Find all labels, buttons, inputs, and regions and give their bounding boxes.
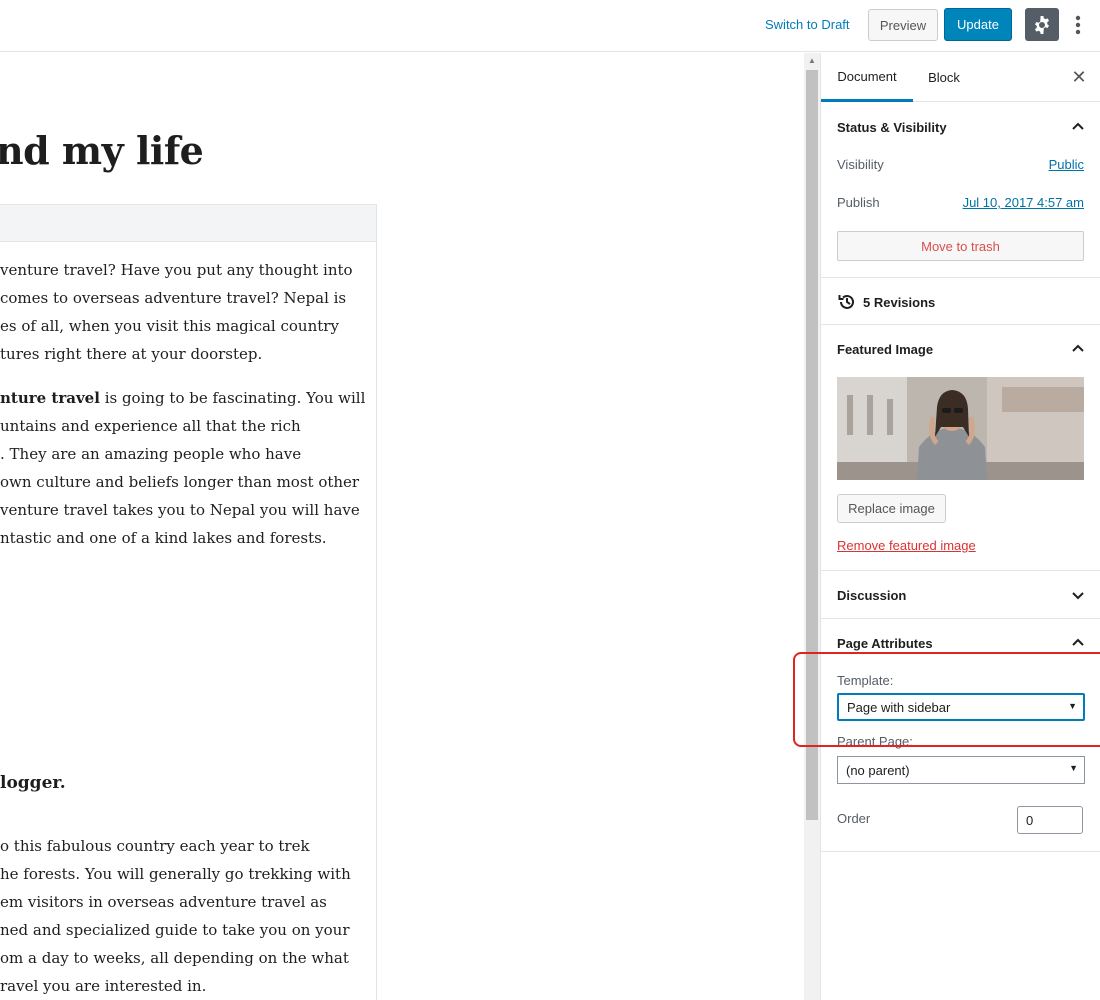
replace-image-button[interactable]: Replace image: [837, 494, 946, 523]
dropdown-caret-icon: ▼: [1068, 701, 1077, 711]
parent-page-label: Parent Page:: [837, 734, 913, 749]
preview-button[interactable]: Preview: [868, 9, 938, 41]
heading-block[interactable]: logger.: [0, 773, 66, 793]
scroll-up-arrow[interactable]: ▲: [806, 56, 818, 66]
dropdown-caret-icon: ▼: [1069, 763, 1078, 773]
featured-image-photo: [837, 377, 1084, 480]
editor-header: Switch to Draft Preview Update: [0, 0, 1100, 52]
revisions-link[interactable]: 5 Revisions: [837, 292, 935, 312]
divider: [821, 324, 1100, 325]
status-visibility-title[interactable]: Status & Visibility: [837, 120, 947, 135]
parent-page-selected-value: (no parent): [846, 762, 910, 778]
divider: [821, 570, 1100, 571]
paragraph-block[interactable]: untains and experience all that the rich…: [0, 412, 370, 552]
template-selected-value: Page with sidebar: [847, 699, 951, 715]
chevron-up-icon[interactable]: [1069, 340, 1087, 358]
paragraph-text: is going to be fascinating. You will: [99, 389, 366, 407]
gear-icon: [1035, 15, 1049, 34]
discussion-title[interactable]: Discussion: [837, 588, 906, 603]
parent-page-select[interactable]: (no parent) ▼: [837, 756, 1085, 784]
remove-featured-image-link[interactable]: Remove featured image: [837, 538, 976, 553]
settings-button[interactable]: [1025, 8, 1059, 41]
bold-text: nture travel: [0, 389, 100, 407]
move-to-trash-button[interactable]: Move to trash: [837, 231, 1084, 261]
publish-date-link[interactable]: Jul 10, 2017 4:57 am: [963, 195, 1084, 210]
divider: [821, 277, 1100, 278]
divider: [821, 851, 1100, 852]
sidebar-tabs: Document Block ✕: [821, 53, 1100, 102]
tab-document[interactable]: Document: [821, 53, 913, 102]
order-label: Order: [837, 811, 871, 826]
revisions-label: 5 Revisions: [863, 294, 936, 310]
more-vertical-icon: [1075, 15, 1081, 35]
paragraph-block[interactable]: venture travel? Have you put any thought…: [0, 256, 370, 368]
page-attributes-title[interactable]: Page Attributes: [837, 636, 933, 651]
history-icon: [838, 294, 854, 309]
block-toolbar[interactable]: [0, 204, 377, 242]
more-options-button[interactable]: [1066, 10, 1090, 40]
switch-to-draft-link[interactable]: Switch to Draft: [765, 17, 850, 32]
chevron-down-icon[interactable]: [1069, 586, 1087, 604]
publish-label: Publish: [837, 195, 880, 210]
template-select[interactable]: Page with sidebar ▼: [837, 693, 1085, 721]
paragraph-block[interactable]: nture travel is going to be fascinating.…: [0, 384, 370, 412]
chevron-up-icon[interactable]: [1069, 118, 1087, 136]
template-label: Template:: [837, 673, 894, 688]
scrollbar-thumb[interactable]: [806, 70, 818, 820]
divider: [821, 618, 1100, 619]
featured-image-title[interactable]: Featured Image: [837, 342, 933, 357]
settings-sidebar: Document Block ✕ Status & Visibility Vis…: [820, 53, 1100, 1000]
paragraph-block[interactable]: o this fabulous country each year to tre…: [0, 832, 370, 1000]
close-icon[interactable]: ✕: [1069, 67, 1089, 87]
order-input[interactable]: 0: [1017, 806, 1083, 834]
post-title[interactable]: nd my life: [0, 128, 204, 173]
update-button[interactable]: Update: [944, 8, 1012, 41]
chevron-up-icon[interactable]: [1069, 634, 1087, 652]
visibility-label: Visibility: [837, 157, 884, 172]
featured-image-thumbnail[interactable]: [837, 377, 1084, 480]
tab-block[interactable]: Block: [917, 53, 971, 102]
visibility-link[interactable]: Public: [1049, 157, 1084, 172]
